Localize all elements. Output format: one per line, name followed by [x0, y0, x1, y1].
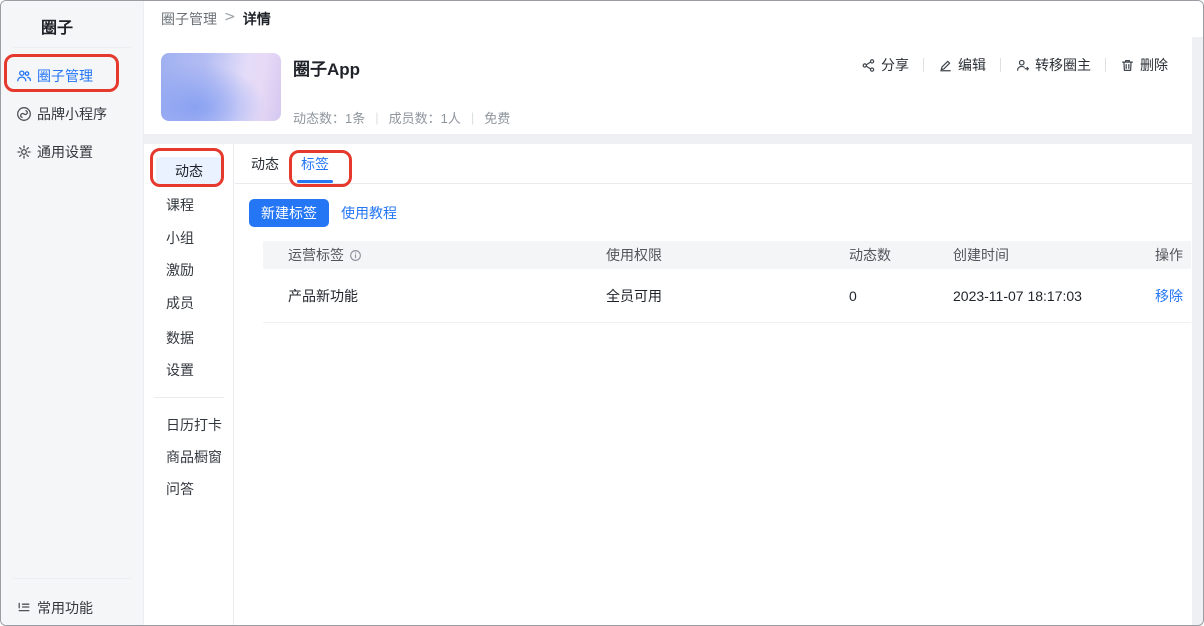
breadcrumb-bar: 圈子管理 > 详情 — [144, 1, 1203, 37]
column-header-tag: 运营标签 — [288, 245, 606, 265]
transfer-owner-icon — [1015, 58, 1030, 73]
subnav-divider — [154, 397, 224, 398]
tab-moments[interactable]: 动态 — [251, 154, 279, 174]
list-icon — [16, 600, 32, 616]
edit-label: 编辑 — [958, 55, 986, 75]
breadcrumb-parent[interactable]: 圈子管理 — [161, 9, 217, 29]
subnav-item-courses[interactable]: 课程 — [166, 195, 194, 215]
app-title: 圈子 — [41, 14, 73, 38]
sidebar-item-common-functions[interactable]: 常用功能 — [1, 590, 144, 626]
share-button[interactable]: 分享 — [861, 55, 909, 75]
sidebar-item-label: 品牌小程序 — [37, 104, 107, 124]
table-row: 产品新功能 全员可用 0 2023-11-07 18:17:03 移除 — [263, 269, 1191, 323]
stat-separator: | — [375, 110, 378, 125]
action-divider — [923, 58, 924, 72]
subnav-item-members[interactable]: 成员 — [166, 293, 194, 313]
transfer-owner-label: 转移圈主 — [1035, 55, 1091, 75]
sidebar-item-general-settings[interactable]: 通用设置 — [1, 134, 144, 170]
cell-permission: 全员可用 — [606, 286, 849, 306]
share-label: 分享 — [881, 55, 909, 75]
subnav-item-product-showcase[interactable]: 商品橱窗 — [166, 447, 222, 467]
circle-summary-card: 圈子App 动态数：1条 | 成员数：1人 | 免费 分享 — [144, 37, 1192, 134]
subnav-item-data[interactable]: 数据 — [166, 328, 194, 348]
miniprogram-icon — [16, 106, 32, 122]
circle-avatar — [161, 53, 281, 121]
circle-actions: 分享 编辑 — [861, 51, 1168, 79]
column-header-moments: 动态数 — [849, 245, 953, 265]
sidebar-footer-divider — [13, 578, 131, 579]
new-tag-button[interactable]: 新建标签 — [249, 199, 329, 227]
cell-moments: 0 — [849, 288, 953, 304]
subnav-item-calendar-checkin[interactable]: 日历打卡 — [166, 415, 222, 435]
circle-stats: 动态数：1条 | 成员数：1人 | 免费 — [293, 108, 510, 127]
tab-bar-divider — [235, 183, 1192, 184]
subnav-item-groups[interactable]: 小组 — [166, 228, 194, 248]
breadcrumb-separator: > — [224, 9, 236, 29]
app-window: 圈子 圈子管理 品牌小程序 — [0, 0, 1204, 626]
column-header-created: 创建时间 — [953, 245, 1148, 265]
tab-bar: 动态 标签 — [251, 154, 329, 174]
stat-members: 成员数：1人 — [389, 108, 461, 127]
sidebar-item-circle-management[interactable]: 圈子管理 — [1, 58, 144, 94]
subnav-item-incentive[interactable]: 激励 — [166, 260, 194, 280]
sidebar-footer-label: 常用功能 — [37, 598, 93, 618]
column-label: 运营标签 — [288, 245, 344, 265]
cell-created: 2023-11-07 18:17:03 — [953, 288, 1148, 304]
detail-panel: 动态 课程 小组 激励 成员 数据 设置 日历打卡 商品橱窗 问答 动态 标签 … — [144, 144, 1192, 625]
edit-button[interactable]: 编辑 — [938, 55, 986, 75]
secondary-nav: 动态 课程 小组 激励 成员 数据 设置 日历打卡 商品橱窗 问答 — [144, 144, 234, 625]
sidebar-divider — [13, 47, 131, 48]
tag-table: 运营标签 使用权限 动态数 创建时间 操作 产品新功能 — [263, 241, 1191, 323]
transfer-owner-button[interactable]: 转移圈主 — [1015, 55, 1091, 75]
sidebar-item-label: 通用设置 — [37, 142, 93, 162]
tab-tags[interactable]: 标签 — [301, 154, 329, 174]
column-header-actions: 操作 — [1148, 245, 1183, 265]
action-divider — [1000, 58, 1001, 72]
share-icon — [861, 58, 876, 73]
cell-tag-name: 产品新功能 — [288, 286, 606, 306]
sidebar-item-label: 圈子管理 — [37, 66, 93, 86]
subnav-item-qa[interactable]: 问答 — [166, 479, 194, 499]
trash-icon — [1120, 58, 1135, 73]
content-area: 圈子管理 > 详情 圈子App 动态数：1条 | 成员数：1人 | 免费 — [144, 1, 1203, 625]
edit-icon — [938, 58, 953, 73]
stat-price: 免费 — [484, 108, 510, 127]
action-divider — [1105, 58, 1106, 72]
primary-sidebar: 圈子 圈子管理 品牌小程序 — [1, 1, 144, 625]
stat-moments: 动态数：1条 — [293, 108, 365, 127]
delete-label: 删除 — [1140, 55, 1168, 75]
people-group-icon — [16, 68, 32, 84]
subnav-item-settings[interactable]: 设置 — [166, 360, 194, 380]
tutorial-link[interactable]: 使用教程 — [341, 199, 397, 227]
gear-icon — [16, 144, 32, 160]
breadcrumb-current: 详情 — [243, 9, 271, 29]
breadcrumb: 圈子管理 > 详情 — [161, 9, 271, 29]
info-icon[interactable] — [349, 249, 362, 262]
table-header: 运营标签 使用权限 动态数 创建时间 操作 — [263, 241, 1191, 269]
stat-separator: | — [471, 110, 474, 125]
remove-link[interactable]: 移除 — [1155, 288, 1183, 304]
sidebar-item-brand-miniprogram[interactable]: 品牌小程序 — [1, 96, 144, 132]
delete-button[interactable]: 删除 — [1120, 55, 1168, 75]
circle-name: 圈子App — [293, 55, 360, 80]
column-header-permission: 使用权限 — [606, 245, 849, 265]
subnav-item-moments[interactable]: 动态 — [156, 157, 222, 185]
